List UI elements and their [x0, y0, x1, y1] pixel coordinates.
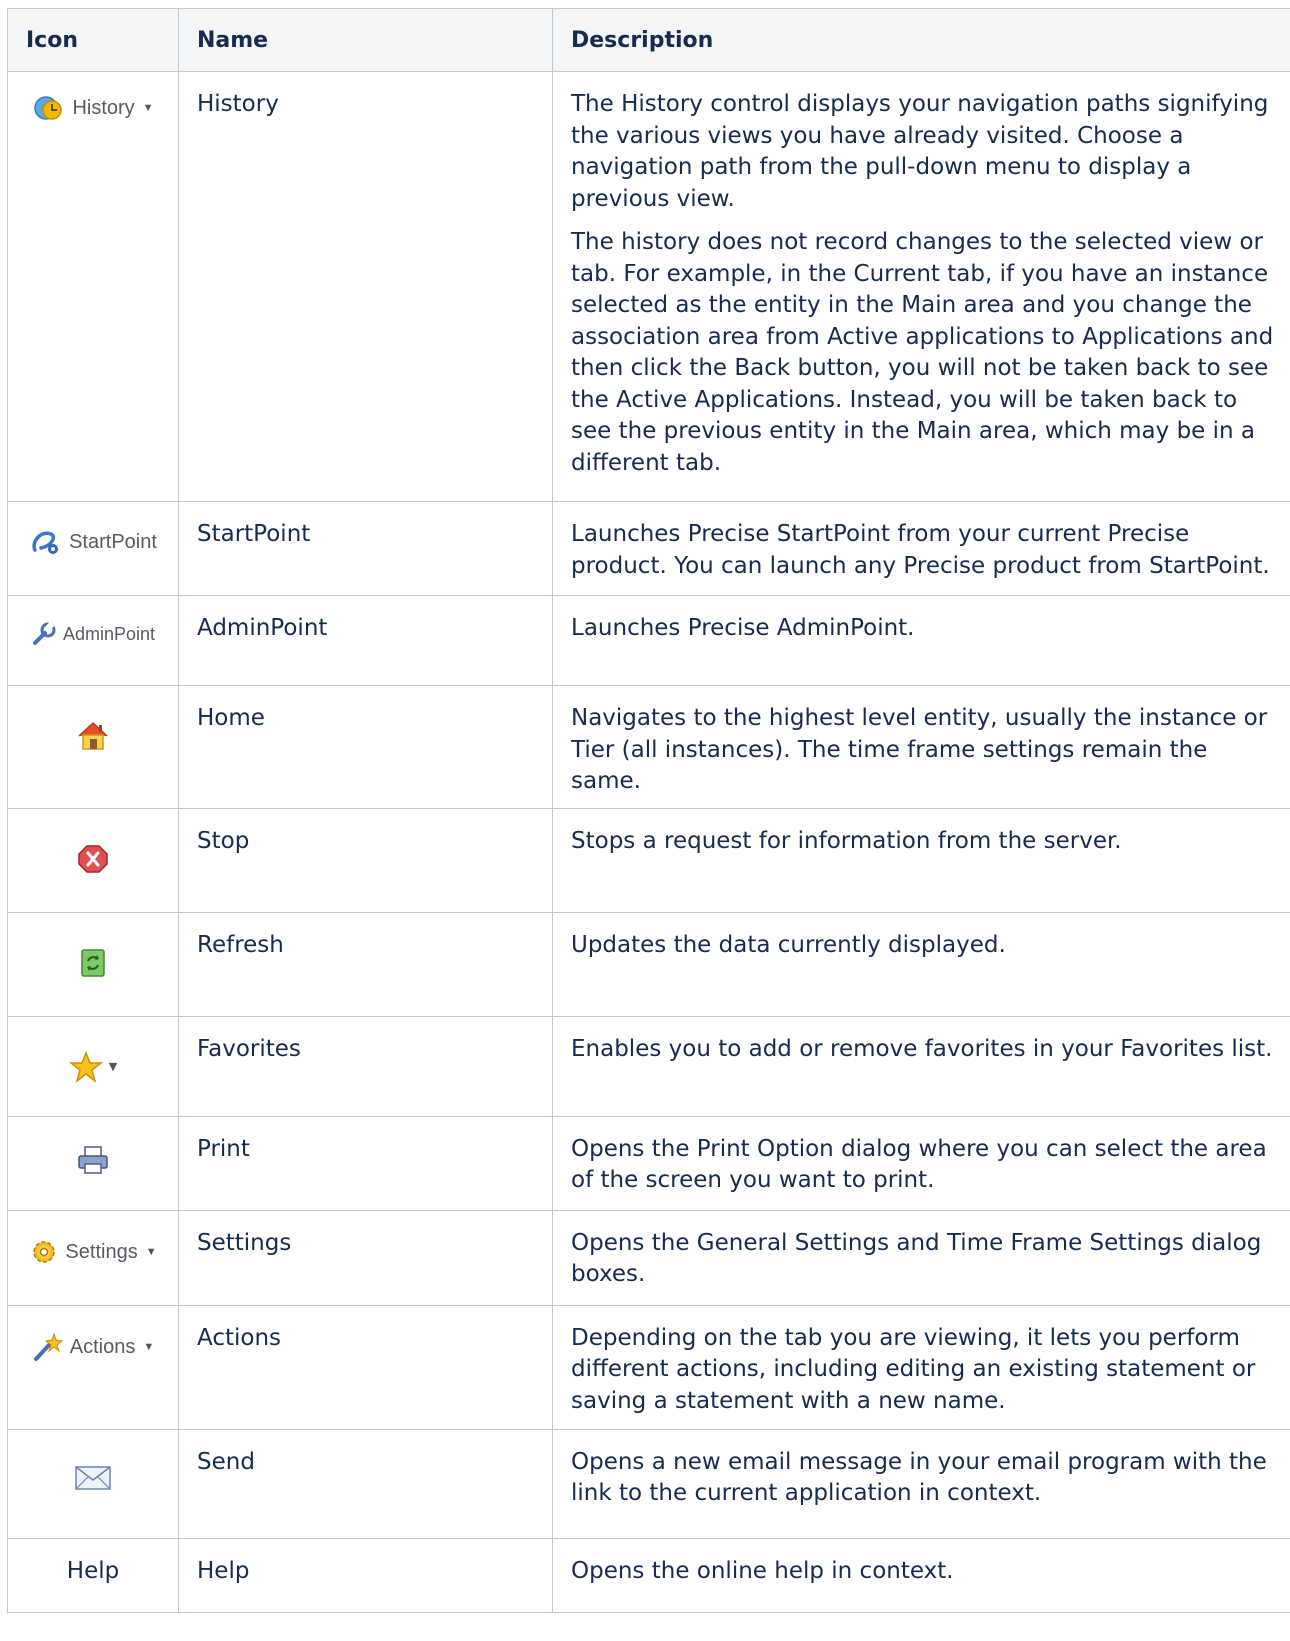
table-row: Settings ▼ Settings Opens the General Se… — [7, 1209, 1290, 1306]
table-row: Actions ▼ Actions Depending on the tab y… — [7, 1304, 1290, 1430]
gear-icon — [33, 1240, 56, 1263]
table-row: AdminPoint AdminPoint Launches Precise A… — [7, 595, 1290, 686]
row-description: The History control displays your naviga… — [552, 71, 1290, 502]
startpoint-icon — [32, 531, 59, 554]
row-description: Opens the online help in context. — [552, 1537, 1290, 1613]
column-header-icon: Icon — [7, 8, 179, 72]
table-row: History ▼ History The History control di… — [7, 71, 1290, 502]
description-paragraph: Opens the Print Option dialog where you … — [571, 1135, 1267, 1194]
chevron-down-icon: ▼ — [143, 1340, 155, 1353]
row-name: History — [178, 71, 553, 502]
history-button[interactable]: History ▼ — [32, 94, 154, 122]
home-button[interactable] — [76, 720, 110, 762]
row-description: Launches Precise AdminPoint. — [552, 595, 1290, 686]
icon-cell: History ▼ — [7, 71, 179, 502]
refresh-icon — [81, 948, 105, 977]
row-description: Depending on the tab you are viewing, it… — [552, 1304, 1290, 1430]
row-description: Stops a request for information from the… — [552, 807, 1290, 913]
description-paragraph: Launches Precise AdminPoint. — [571, 615, 915, 641]
favorites-button[interactable]: ▼ — [68, 1050, 118, 1083]
star-icon — [68, 1050, 103, 1083]
toolbar-icons-table: Icon Name Description History ▼ History — [7, 8, 1290, 1613]
row-description: Opens the Print Option dialog where you … — [552, 1115, 1290, 1211]
column-header-name: Name — [178, 8, 553, 72]
settings-button[interactable]: Settings ▼ — [29, 1237, 157, 1267]
row-description: Launches Precise StartPoint from your cu… — [552, 501, 1290, 596]
actions-button-label: Actions — [69, 1335, 136, 1358]
wrench-icon — [32, 621, 56, 645]
stop-icon — [78, 844, 108, 873]
description-paragraph: Stops a request for information from the… — [571, 827, 1122, 854]
table-row: Help Help Opens the online help in conte… — [7, 1537, 1290, 1613]
table-row: Send Opens a new email message in your e… — [7, 1428, 1290, 1539]
row-name: Favorites — [178, 1015, 553, 1117]
chevron-down-icon: ▼ — [142, 102, 154, 114]
row-name: Print — [178, 1115, 553, 1211]
history-button-label: History — [72, 97, 135, 119]
row-name: AdminPoint — [178, 595, 553, 686]
help-link[interactable]: Help — [67, 1556, 119, 1588]
printer-icon — [78, 1145, 108, 1174]
row-name: Send — [178, 1428, 553, 1539]
startpoint-button[interactable]: StartPoint — [29, 528, 157, 556]
actions-button[interactable]: Actions ▼ — [32, 1331, 155, 1362]
table-row: ▼ Favorites Enables you to add or remove… — [7, 1015, 1290, 1117]
row-name: Refresh — [178, 911, 553, 1017]
table-header-row: Icon Name Description — [7, 8, 1290, 72]
icon-cell: ▼ — [7, 1015, 179, 1117]
icon-cell: AdminPoint — [7, 595, 179, 686]
icon-cell: Settings ▼ — [7, 1209, 179, 1306]
envelope-icon — [75, 1465, 111, 1490]
stop-button[interactable] — [76, 843, 110, 885]
description-paragraph: Opens the online help in context. — [571, 1557, 954, 1584]
startpoint-button-label: StartPoint — [69, 531, 157, 553]
row-name: Home — [178, 685, 553, 809]
adminpoint-button[interactable]: AdminPoint — [31, 620, 155, 648]
icon-cell: Help — [7, 1537, 179, 1613]
chevron-down-icon: ▼ — [108, 1059, 118, 1073]
refresh-button[interactable] — [78, 947, 108, 989]
row-name: Stop — [178, 807, 553, 913]
description-paragraph: The History control displays your naviga… — [571, 91, 1269, 212]
chevron-down-icon: ▼ — [145, 1245, 157, 1258]
magic-wand-icon — [33, 1331, 63, 1361]
icon-cell: Actions ▼ — [7, 1304, 179, 1430]
table-row: Home Navigates to the highest level enti… — [7, 685, 1290, 809]
settings-button-label: Settings — [65, 1240, 138, 1263]
description-paragraph: Updates the data currently displayed. — [571, 931, 1006, 958]
send-button[interactable] — [74, 1464, 112, 1502]
icon-cell — [7, 807, 179, 913]
description-paragraph: Launches Precise StartPoint from your cu… — [571, 521, 1270, 579]
table-row: Stop Stops a request for information fro… — [7, 807, 1290, 913]
adminpoint-button-label: AdminPoint — [62, 624, 156, 644]
table-row: Print Opens the Print Option dialog wher… — [7, 1115, 1290, 1211]
description-paragraph: Depending on the tab you are viewing, it… — [571, 1324, 1256, 1414]
row-name: Help — [178, 1537, 553, 1613]
row-description: Opens the General Settings and Time Fram… — [552, 1209, 1290, 1306]
row-description: Navigates to the highest level entity, u… — [552, 685, 1290, 809]
print-button[interactable] — [76, 1145, 110, 1185]
row-name: StartPoint — [178, 501, 553, 596]
row-description: Opens a new email message in your email … — [552, 1428, 1290, 1539]
icon-cell — [7, 1115, 179, 1211]
row-description: Enables you to add or remove favorites i… — [552, 1015, 1290, 1117]
home-icon — [78, 721, 108, 750]
row-name: Actions — [178, 1304, 553, 1430]
description-paragraph: Opens the General Settings and Time Fram… — [571, 1229, 1262, 1288]
table-row: StartPoint StartPoint Launches Precise S… — [7, 501, 1290, 596]
row-name: Settings — [178, 1209, 553, 1306]
description-paragraph: Opens a new email message in your email … — [571, 1448, 1267, 1507]
description-paragraph: The history does not record changes to t… — [571, 229, 1274, 476]
icon-cell: StartPoint — [7, 501, 179, 596]
description-paragraph: Enables you to add or remove favorites i… — [571, 1035, 1273, 1062]
icon-cell — [7, 911, 179, 1017]
row-description: Updates the data currently displayed. — [552, 911, 1290, 1017]
description-paragraph: Navigates to the highest level entity, u… — [571, 705, 1268, 794]
icon-cell — [7, 1428, 179, 1539]
history-icon — [34, 96, 63, 120]
column-header-description: Description — [552, 8, 1290, 72]
icon-cell — [7, 685, 179, 809]
table-row: Refresh Updates the data currently displ… — [7, 911, 1290, 1017]
